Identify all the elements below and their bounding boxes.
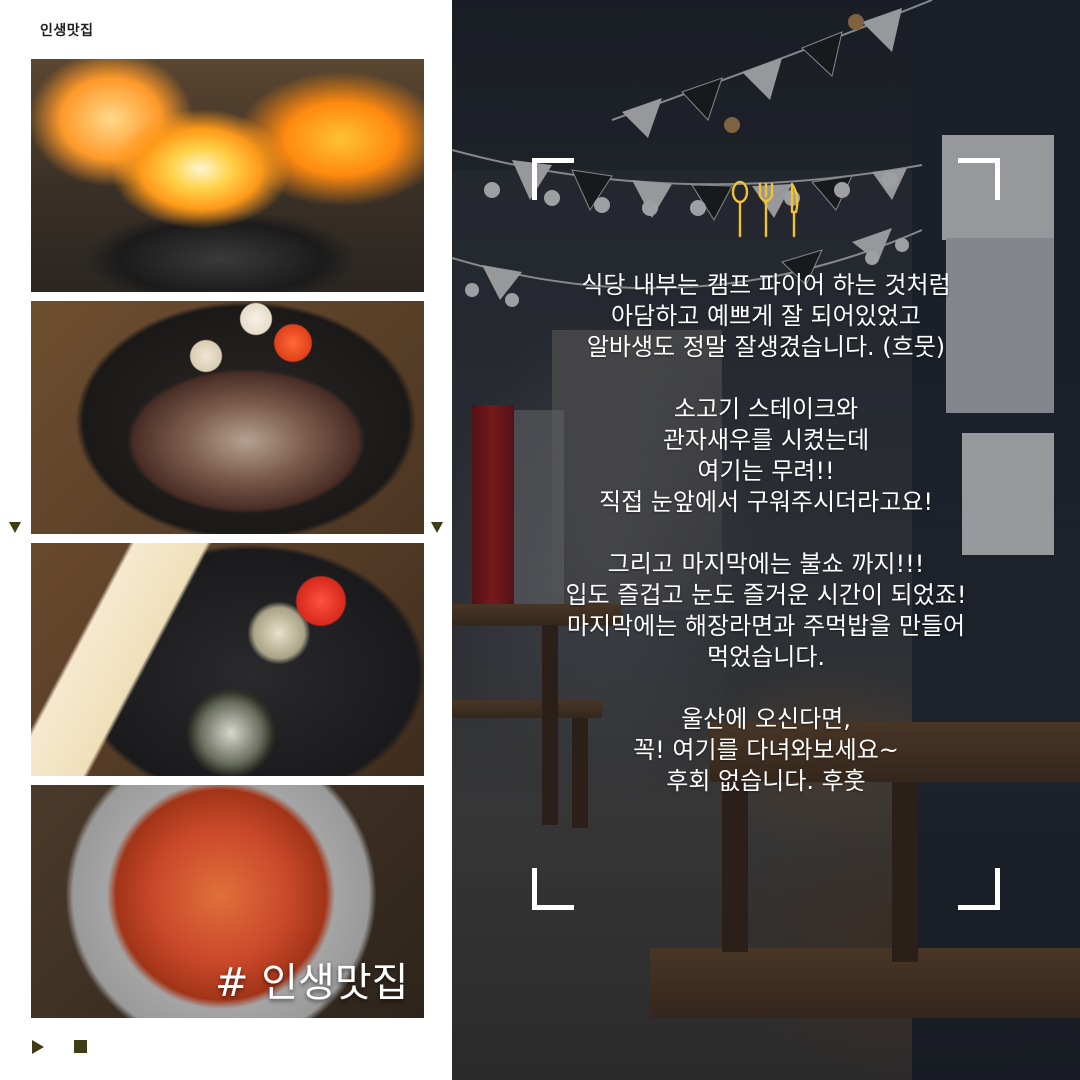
- hashtag-label: # 인생맛집: [215, 960, 409, 1006]
- review-line: 먹었습니다.: [706, 643, 826, 671]
- review-line: 관자새우를 시켰는데: [662, 426, 870, 454]
- brand-title: 인생맛집: [40, 23, 94, 39]
- frame-corner-top-left: [532, 158, 574, 200]
- frame-corner-bottom-right: [958, 868, 1000, 910]
- review-line: 여기는 무려!!: [697, 457, 835, 485]
- triangle-down-icon: [431, 522, 443, 533]
- cutlery-icon: [731, 180, 799, 238]
- photo-column: 인생맛집 # 인생맛집: [0, 0, 452, 1080]
- photo-toast-rice-balls: [31, 543, 424, 776]
- review-line: 꼭! 여기를 다녀와보세요~: [633, 736, 899, 764]
- review-line: 아담하고 예쁘게 잘 되어있었고: [611, 302, 921, 330]
- frame-corner-top-right: [958, 158, 1000, 200]
- stop-icon[interactable]: [74, 1040, 87, 1053]
- photo-ramyeon: # 인생맛집: [31, 785, 424, 1018]
- triangle-down-icon: [9, 522, 21, 533]
- play-icon[interactable]: [32, 1040, 44, 1054]
- frame-corner-bottom-left: [532, 868, 574, 910]
- review-text: 식당 내부는 캠프 파이어 하는 것처럼 아담하고 예쁘게 잘 되어있었고 알바…: [512, 270, 1020, 797]
- review-line: 그리고 마지막에는 불쇼 까지!!!: [607, 550, 925, 578]
- review-line: 울산에 오신다면,: [681, 705, 851, 733]
- review-line: 입도 즐겁고 눈도 즐거운 시간이 되었죠!: [565, 581, 967, 609]
- review-line: 마지막에는 해장라면과 주먹밥을 만들어: [566, 612, 966, 640]
- review-line: 식당 내부는 캠프 파이어 하는 것처럼: [581, 271, 951, 299]
- photo-steak: [31, 301, 424, 534]
- review-line: 알바생도 정말 잘생겼습니다. (흐뭇): [586, 333, 946, 361]
- review-line: 소고기 스테이크와: [673, 395, 859, 423]
- photo-flambe: [31, 59, 424, 292]
- review-line: 후회 없습니다. 후훗: [666, 767, 866, 795]
- restaurant-interior-panel: 식당 내부는 캠프 파이어 하는 것처럼 아담하고 예쁘게 잘 되어있었고 알바…: [452, 0, 1080, 1080]
- review-line: 직접 눈앞에서 구워주시더라고요!: [599, 488, 933, 516]
